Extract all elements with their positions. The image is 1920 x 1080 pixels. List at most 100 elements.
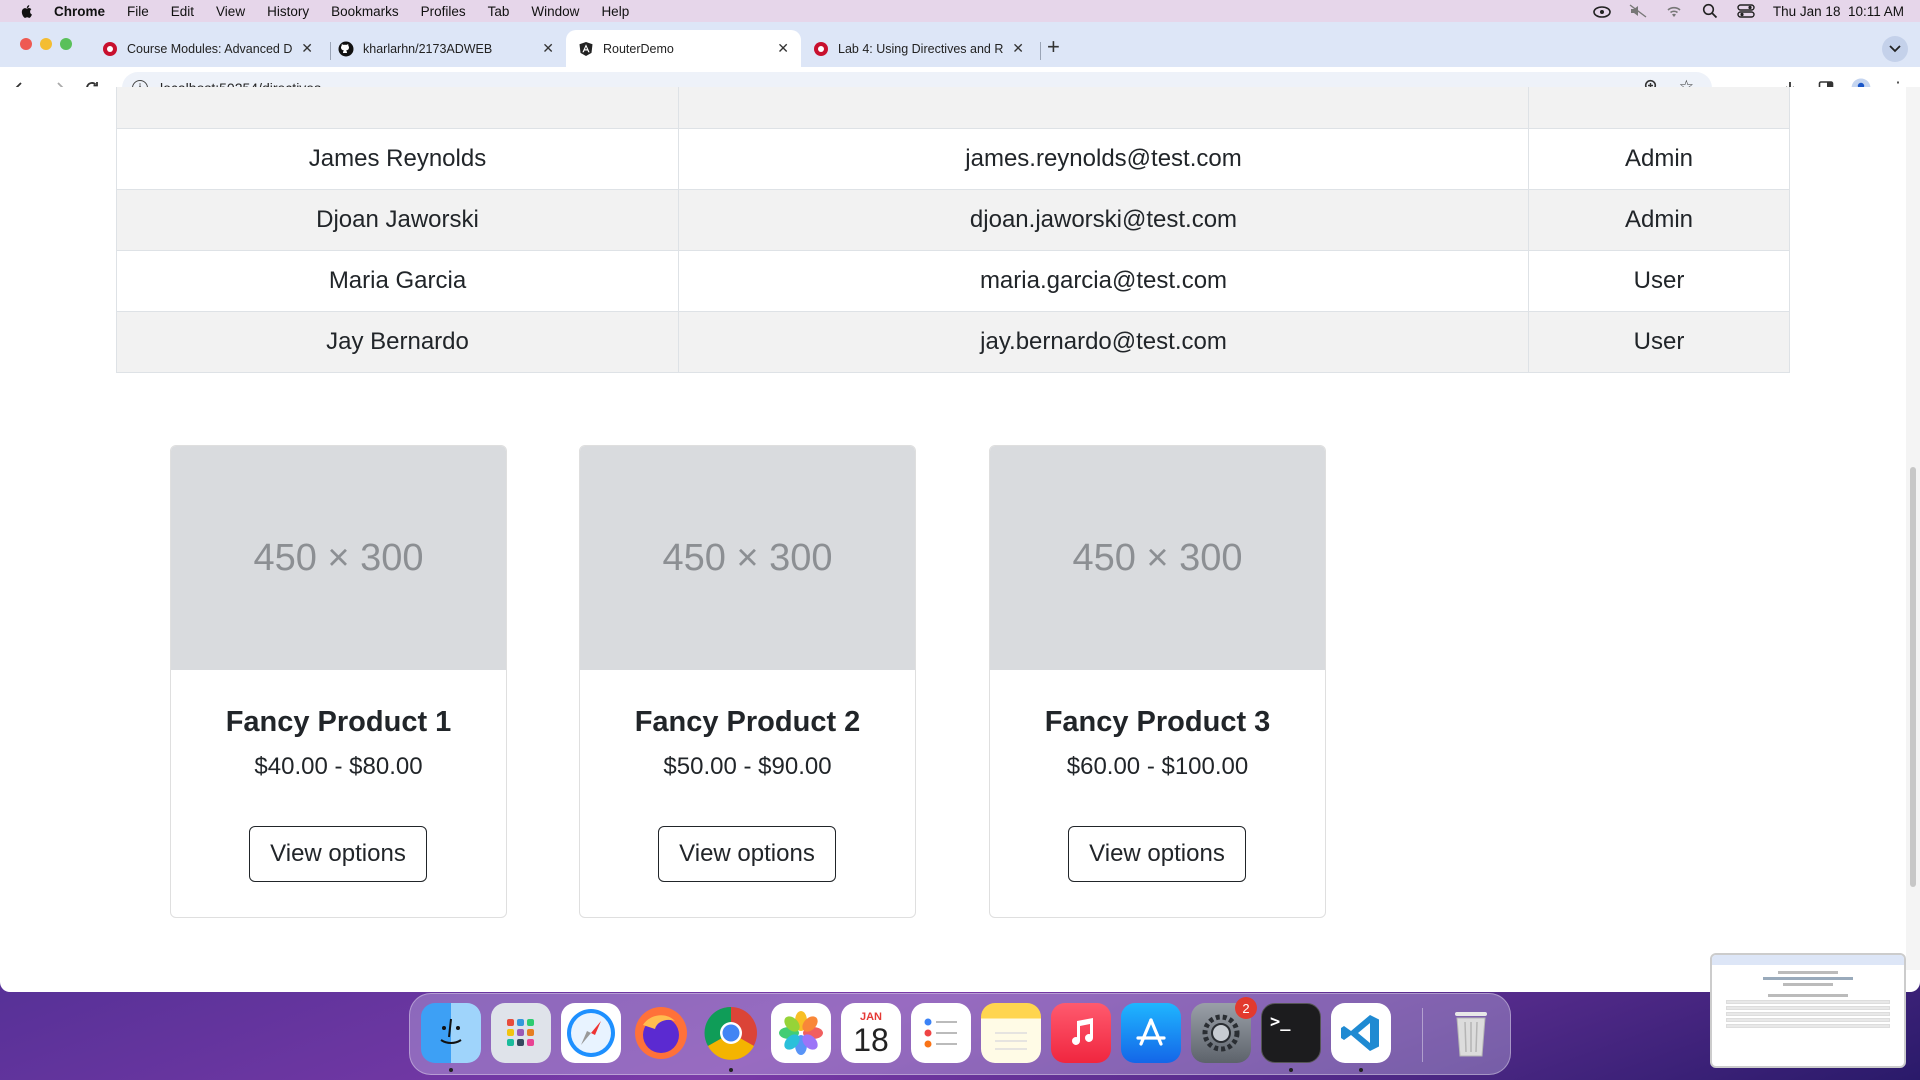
- user-name-cell: Jay Bernardo: [116, 311, 679, 373]
- running-indicator: [729, 1068, 733, 1072]
- menu-file[interactable]: File: [127, 4, 149, 19]
- apple-icon[interactable]: [18, 3, 36, 19]
- user-name-cell: James Reynolds: [116, 128, 679, 190]
- product-price: $60.00 - $100.00: [1066, 753, 1249, 780]
- view-options-button[interactable]: View options: [249, 826, 427, 882]
- finder-icon[interactable]: [421, 1003, 481, 1063]
- creative-cloud-icon[interactable]: [1593, 4, 1611, 18]
- user-name-cell: Djoan Jaworski: [116, 189, 679, 251]
- product-price: $50.00 - $90.00: [663, 753, 832, 780]
- app-store-icon[interactable]: [1121, 1003, 1181, 1063]
- thumbnail-row: [1726, 1000, 1890, 1004]
- launchpad-icon[interactable]: [491, 1003, 551, 1063]
- tab-divider: [1040, 42, 1041, 60]
- user-name-cell: Maria Garcia: [116, 250, 679, 312]
- trash-icon[interactable]: [1441, 1003, 1501, 1063]
- music-icon[interactable]: [1051, 1003, 1111, 1063]
- menu-app-name[interactable]: Chrome: [54, 4, 105, 19]
- view-options-button[interactable]: View options: [658, 826, 836, 882]
- screenshot-thumbnail[interactable]: [1710, 953, 1906, 1068]
- menu-window[interactable]: Window: [531, 4, 579, 19]
- menubar-clock[interactable]: Thu Jan 18 10:11 AM: [1773, 4, 1904, 19]
- tab-lab4[interactable]: Lab 4: Using Directives and R ✕: [801, 30, 1036, 67]
- table-cell: [1528, 87, 1790, 129]
- thumbnail-row: [1726, 1018, 1890, 1022]
- chrome-icon[interactable]: [701, 1003, 761, 1063]
- firefox-icon[interactable]: [631, 1003, 691, 1063]
- notification-badge: 2: [1235, 997, 1257, 1019]
- thumbnail-row: [1726, 1006, 1890, 1010]
- canvas-icon: [813, 41, 829, 57]
- close-tab-icon[interactable]: ✕: [542, 40, 554, 57]
- mute-icon[interactable]: [1629, 4, 1647, 18]
- spotlight-search-icon[interactable]: [1701, 3, 1719, 19]
- menu-edit[interactable]: Edit: [171, 4, 194, 19]
- close-tab-icon[interactable]: ✕: [1012, 40, 1024, 57]
- minimize-window-button[interactable]: [40, 38, 52, 50]
- wifi-icon[interactable]: [1665, 4, 1683, 18]
- user-email-cell: djoan.jaworski@test.com: [678, 189, 1529, 251]
- notes-icon[interactable]: [981, 1003, 1041, 1063]
- menu-bookmarks[interactable]: Bookmarks: [331, 4, 399, 19]
- photos-icon[interactable]: [771, 1003, 831, 1063]
- running-indicator: [1359, 1068, 1363, 1072]
- product-card: 450 × 300 Fancy Product 3 $60.00 - $100.…: [989, 445, 1326, 918]
- canvas-icon: [102, 41, 118, 57]
- table-row: [116, 87, 1790, 129]
- users-table: James Reynolds james.reynolds@test.com A…: [116, 87, 1790, 373]
- product-title: Fancy Product 2: [634, 706, 861, 738]
- thumbnail-line: [1778, 971, 1838, 974]
- thumbnail-line: [1783, 983, 1833, 986]
- control-center-icon[interactable]: [1737, 4, 1755, 18]
- terminal-icon[interactable]: >_: [1261, 1003, 1321, 1063]
- github-icon: [338, 41, 354, 57]
- scrollbar-thumb[interactable]: [1910, 467, 1916, 887]
- dock: JAN 18 2 >_: [409, 993, 1511, 1075]
- close-window-button[interactable]: [20, 38, 32, 50]
- dock-separator: [1422, 1008, 1423, 1062]
- thumbnail-row: [1726, 1012, 1890, 1016]
- close-tab-icon[interactable]: ✕: [777, 40, 789, 57]
- thumbnail-line: [1768, 994, 1848, 997]
- angular-icon: [578, 41, 594, 57]
- table-cell: [116, 87, 679, 129]
- safari-icon[interactable]: [561, 1003, 621, 1063]
- zoom-window-button[interactable]: [60, 38, 72, 50]
- terminal-prompt-icon: >_: [1270, 1012, 1291, 1032]
- menu-view[interactable]: View: [216, 4, 245, 19]
- system-settings-icon[interactable]: 2: [1191, 997, 1257, 1063]
- reminders-icon[interactable]: [911, 1003, 971, 1063]
- user-email-cell: maria.garcia@test.com: [678, 250, 1529, 312]
- menu-profiles[interactable]: Profiles: [421, 4, 466, 19]
- tab-label: Lab 4: Using Directives and R: [838, 41, 1004, 56]
- tab-strip: Course Modules: Advanced D ✕ kharlarhn/2…: [0, 22, 1920, 67]
- user-role-cell: Admin: [1528, 128, 1790, 190]
- product-image-placeholder: 450 × 300: [171, 446, 506, 670]
- page-scrollbar[interactable]: [1906, 87, 1920, 970]
- tab-routerdemo[interactable]: RouterDemo ✕: [566, 30, 801, 67]
- product-card: 450 × 300 Fancy Product 1 $40.00 - $80.0…: [170, 445, 507, 918]
- table-row: Djoan Jaworski djoan.jaworski@test.com A…: [116, 189, 1790, 251]
- calendar-icon[interactable]: JAN 18: [841, 1003, 901, 1063]
- window-controls: [20, 38, 72, 50]
- product-image-placeholder: 450 × 300: [990, 446, 1325, 670]
- view-options-button[interactable]: View options: [1068, 826, 1246, 882]
- user-role-cell: User: [1528, 250, 1790, 312]
- close-tab-icon[interactable]: ✕: [301, 40, 313, 57]
- menu-history[interactable]: History: [267, 4, 309, 19]
- tab-github[interactable]: kharlarhn/2173ADWEB ✕: [326, 30, 566, 67]
- product-title: Fancy Product 1: [225, 706, 452, 738]
- vscode-icon[interactable]: [1331, 1003, 1391, 1063]
- tab-course-modules[interactable]: Course Modules: Advanced D ✕: [90, 30, 325, 67]
- user-email-cell: james.reynolds@test.com: [678, 128, 1529, 190]
- running-indicator: [449, 1068, 453, 1072]
- menu-help[interactable]: Help: [601, 4, 629, 19]
- product-image-placeholder: 450 × 300: [580, 446, 915, 670]
- thumbnail-row: [1726, 1024, 1890, 1028]
- menu-tab[interactable]: Tab: [488, 4, 510, 19]
- new-tab-button[interactable]: +: [1047, 36, 1060, 58]
- page-content: James Reynolds james.reynolds@test.com A…: [0, 87, 1906, 970]
- user-role-cell: User: [1528, 311, 1790, 373]
- tab-search-chevron-icon[interactable]: [1882, 36, 1908, 62]
- running-indicator: [1289, 1068, 1293, 1072]
